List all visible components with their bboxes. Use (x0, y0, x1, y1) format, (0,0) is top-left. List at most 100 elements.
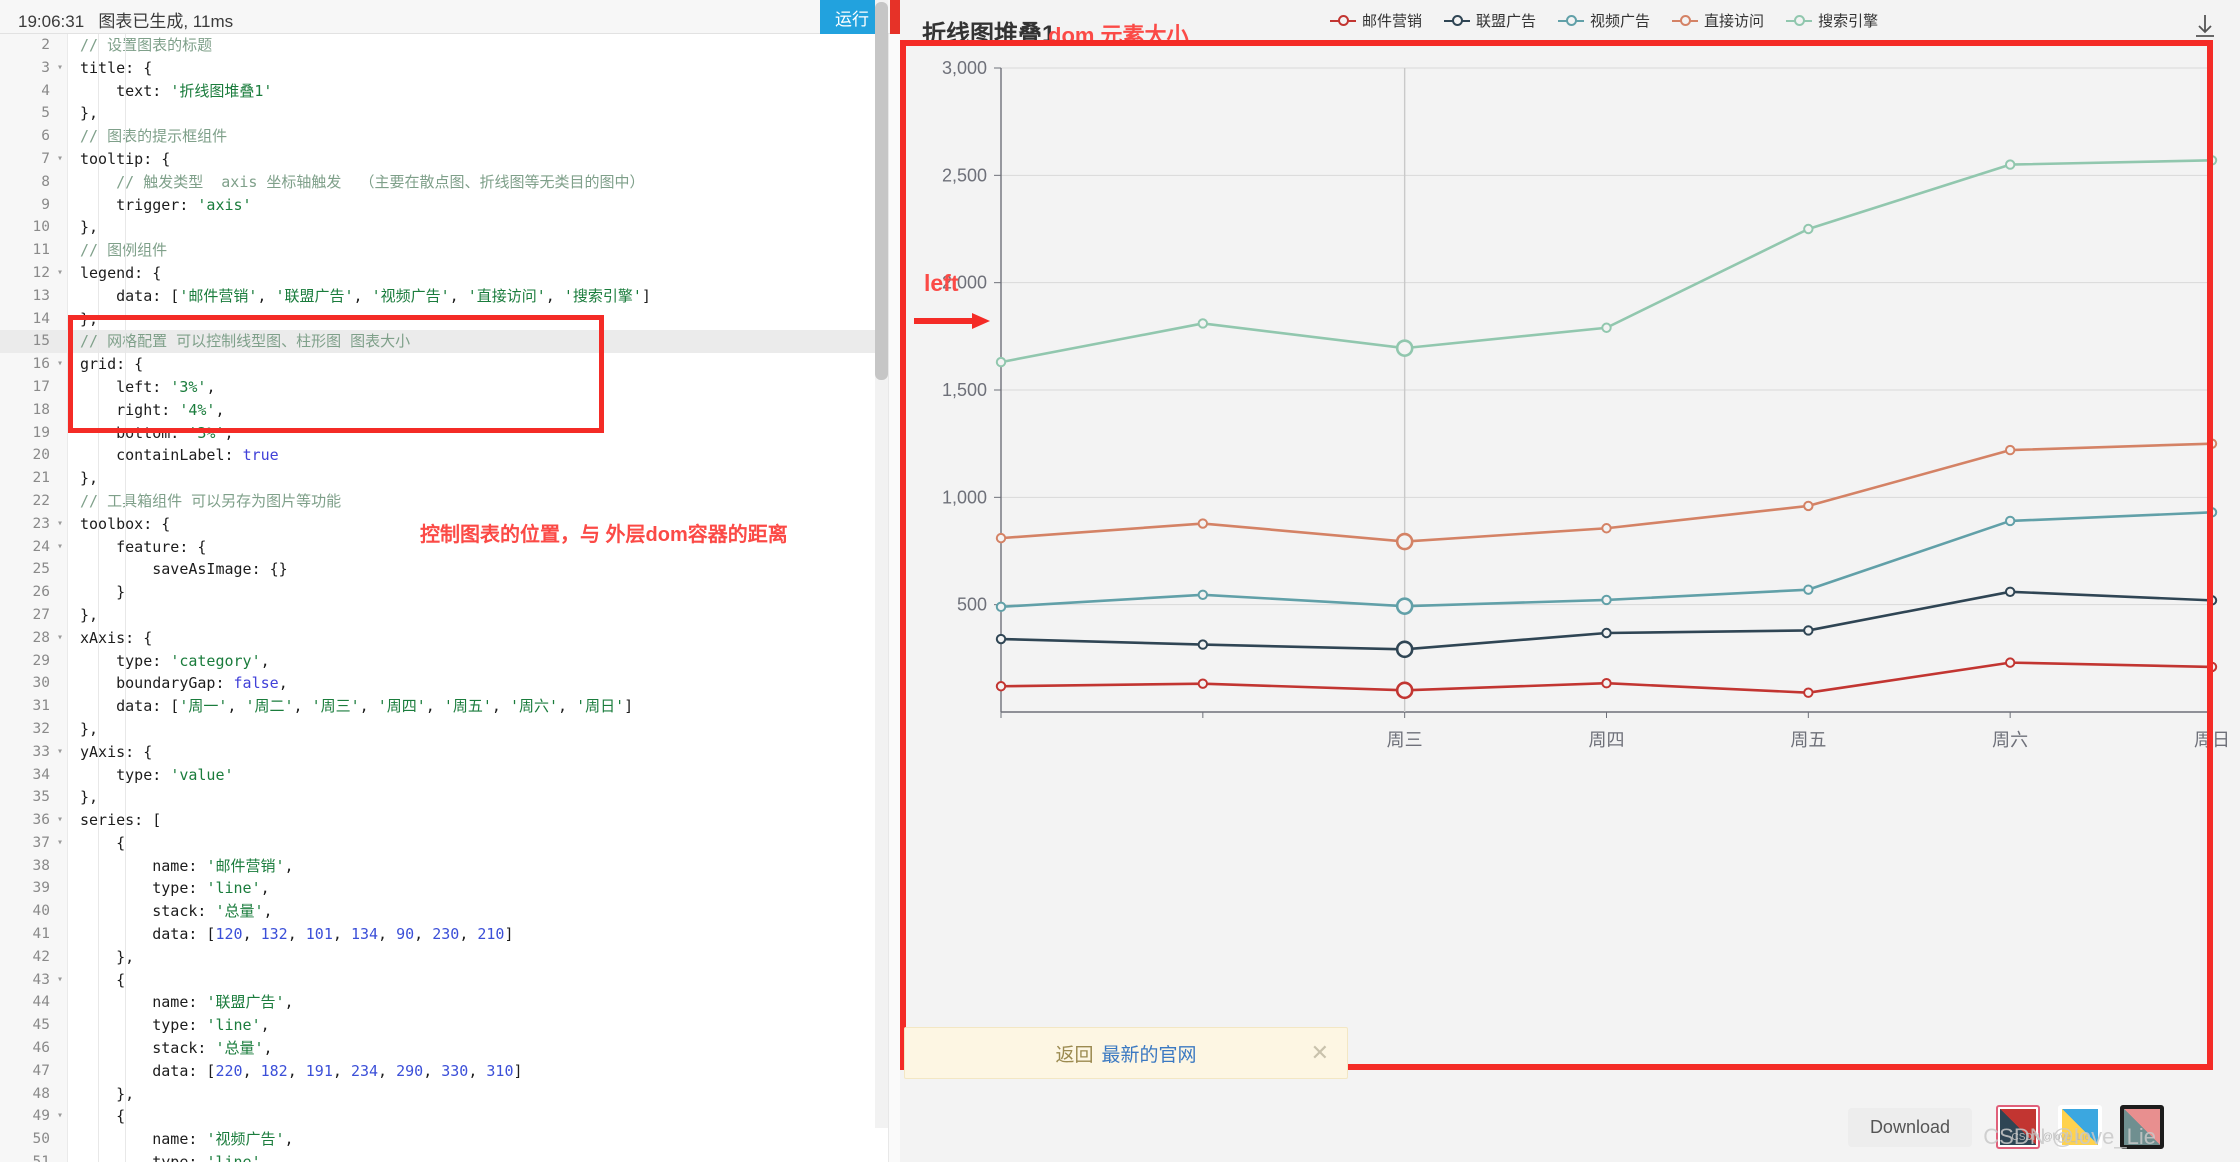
code-area[interactable]: 2// 设置图表的标题 3 ▾ title: {4 text: '折线图堆叠1' 5},… (0, 34, 900, 1162)
code-line[interactable]: 36 ▾ series: [ (0, 809, 900, 832)
series-point (1197, 589, 1209, 600)
code-line[interactable]: 12 ▾ legend: { (0, 262, 900, 285)
code-line[interactable]: 49 ▾ { (0, 1105, 900, 1128)
line-number: 17 (32, 378, 50, 395)
fold-toggle-icon[interactable]: ▾ (54, 57, 66, 80)
code-line[interactable]: 39 type: 'line', (0, 877, 900, 900)
code-text: }, (80, 605, 99, 624)
y-axis-tick-label: 500 (957, 595, 987, 615)
code-line[interactable]: 6 // 图表的提示框组件 (0, 125, 900, 148)
line-number: 41 (32, 926, 50, 943)
close-icon[interactable]: ✕ (1311, 1042, 1329, 1064)
code-text: }, (80, 469, 99, 488)
notice-official-site-link[interactable]: 最新的官网 (1102, 1040, 1197, 1067)
fold-toggle-icon[interactable]: ▾ (54, 353, 66, 376)
fold-toggle-icon[interactable]: ▾ (54, 627, 66, 650)
code-text: trigger: 'axis' (80, 195, 252, 214)
code-line[interactable]: 22 // 工具箱组件 可以另存为图片等功能 (0, 490, 900, 513)
code-line[interactable]: 45 type: 'line', (0, 1014, 900, 1037)
fold-toggle-icon[interactable]: ▾ (54, 148, 66, 171)
code-line[interactable]: 10}, (0, 216, 900, 239)
code-line[interactable]: 35}, (0, 786, 900, 809)
line-number: 38 (32, 857, 50, 874)
line-number: 22 (32, 492, 50, 509)
code-line[interactable]: 41 data: [120, 132, 101, 134, 90, 230, 2… (0, 923, 900, 946)
series-point (1803, 500, 1814, 512)
code-line[interactable]: 20 containLabel: true (0, 444, 900, 467)
code-line[interactable]: 15 // 网格配置 可以控制线型图、柱形图 图表大小 (0, 330, 900, 354)
code-line[interactable]: 26 } (0, 581, 900, 604)
code-text: name: '联盟广告', (80, 993, 294, 1012)
code-line[interactable]: 29 type: 'category', (0, 650, 900, 673)
line-number: 45 (32, 1017, 50, 1034)
code-line[interactable]: 7 ▾ tooltip: { (0, 148, 900, 171)
code-line[interactable]: 43 ▾ { (0, 969, 900, 992)
code-line[interactable]: 48 }, (0, 1083, 900, 1106)
series-point (1803, 687, 1814, 698)
code-text: // 触发类型 axis 坐标轴触发 （主要在散点图、折线图等无类目的图中） (116, 172, 645, 191)
editor-scrollbar-thumb[interactable] (875, 2, 888, 380)
code-line[interactable]: 31 data: ['周一', '周二', '周三', '周四', '周五', … (0, 695, 900, 718)
code-line[interactable]: 46 stack: '总量', (0, 1037, 900, 1060)
code-line[interactable]: 17 left: '3%', (0, 376, 900, 399)
code-text: data: ['邮件营销', '联盟广告', '视频广告', '直接访问', '… (80, 286, 651, 305)
download-button[interactable]: Download (1847, 1108, 1972, 1147)
code-line[interactable]: 27}, (0, 604, 900, 627)
code-line[interactable]: 50 name: '视频广告', (0, 1128, 900, 1151)
code-line[interactable]: 2 // 设置图表的标题 (0, 34, 900, 57)
fold-toggle-icon[interactable]: ▾ (54, 1105, 66, 1128)
code-line[interactable]: 32}, (0, 718, 900, 741)
series-point (1803, 223, 1814, 235)
fold-toggle-icon[interactable]: ▾ (54, 969, 66, 992)
code-text: } (80, 583, 126, 602)
code-line[interactable]: 40 stack: '总量', (0, 900, 900, 923)
code-line[interactable]: 21}, (0, 467, 900, 490)
line-number: 13 (32, 287, 50, 304)
line-number: 33 (32, 743, 50, 760)
code-line[interactable]: 44 name: '联盟广告', (0, 991, 900, 1014)
code-line[interactable]: 47 data: [220, 182, 191, 234, 290, 330, … (0, 1060, 900, 1083)
line-number: 32 (32, 720, 50, 737)
line-number: 31 (32, 698, 50, 715)
fold-toggle-icon[interactable]: ▾ (54, 832, 66, 855)
bottom-toolbar: Download CSDN @love_Lie CSDN @love_Lie (900, 1090, 2240, 1162)
code-line[interactable]: 37 ▾ { (0, 832, 900, 855)
fold-toggle-icon[interactable]: ▾ (54, 513, 66, 536)
fold-toggle-icon[interactable]: ▾ (54, 809, 66, 832)
code-line[interactable]: 34 type: 'value' (0, 764, 900, 787)
code-line[interactable]: 18 right: '4%', (0, 399, 900, 422)
fold-toggle-icon[interactable]: ▾ (54, 741, 66, 764)
code-text: { (80, 833, 126, 852)
series-point (2206, 661, 2218, 673)
code-line[interactable]: 38 name: '邮件营销', (0, 855, 900, 878)
code-line[interactable]: 13 data: ['邮件营销', '联盟广告', '视频广告', '直接访问'… (0, 285, 900, 308)
code-line[interactable]: 3 ▾ title: { (0, 57, 900, 80)
code-line[interactable]: 51 type: 'line', (0, 1151, 900, 1162)
line-number: 21 (32, 470, 50, 487)
code-text: legend: { (80, 263, 162, 282)
code-line[interactable]: 4 text: '折线图堆叠1' (0, 80, 900, 103)
fold-toggle-icon[interactable]: ▾ (54, 536, 66, 559)
app-root: 19:06:31 图表已生成, 11ms 运行 2// 设置图表的标题 3 ▾ tit… (0, 0, 2240, 1162)
code-line[interactable]: 30 boundaryGap: false, (0, 672, 900, 695)
line-number: 26 (32, 584, 50, 601)
series-point (1197, 518, 1209, 529)
code-line[interactable]: 42 }, (0, 946, 900, 969)
code-line[interactable]: 25 saveAsImage: {} (0, 558, 900, 581)
y-axis-tick-label: 3,000 (942, 58, 987, 78)
code-lines[interactable]: 2// 设置图表的标题 3 ▾ title: {4 text: '折线图堆叠1' 5},… (0, 34, 900, 1162)
code-line[interactable]: 28 ▾ xAxis: { (0, 627, 900, 650)
code-line[interactable]: 33 ▾ yAxis: { (0, 741, 900, 764)
line-number: 24 (32, 538, 50, 555)
code-line[interactable]: 11 // 图例组件 (0, 239, 900, 262)
code-line[interactable]: 5}, (0, 102, 900, 125)
code-line[interactable]: 8 // 触发类型 axis 坐标轴触发 （主要在散点图、折线图等无类目的图中） (0, 171, 900, 194)
code-line[interactable]: 16 ▾ grid: { (0, 353, 900, 376)
code-line[interactable]: 9 trigger: 'axis' (0, 194, 900, 217)
line-number: 2 (41, 37, 50, 53)
fold-toggle-icon[interactable]: ▾ (54, 262, 66, 285)
annotation-note-grid: 控制图表的位置，与 外层dom容器的距离 (420, 524, 788, 546)
line-number: 14 (32, 310, 50, 327)
code-line[interactable]: 14}, (0, 308, 900, 331)
code-line[interactable]: 19 bottom: '3%', (0, 422, 900, 445)
